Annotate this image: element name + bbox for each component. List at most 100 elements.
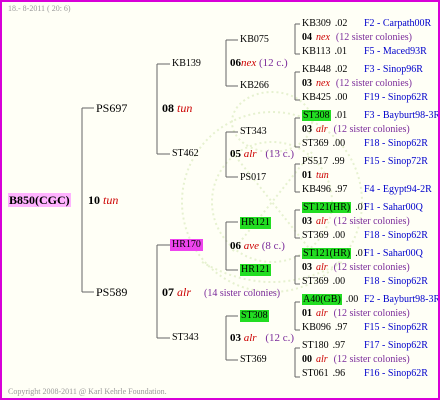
gen3-id-4[interactable]: PS017 xyxy=(240,172,266,184)
gen4-bee-year: .02 xyxy=(334,64,348,75)
gen4-bee-row: KB425.00 F19 - Sinop62R xyxy=(302,92,428,104)
gen3-id-2[interactable]: KB266 xyxy=(240,80,269,92)
gen2-id-1[interactable]: KB139 xyxy=(172,58,201,70)
pedigree-frame: { "header": {"date": "18.- 8-2011 ( 20: … xyxy=(0,0,440,400)
gen4-bee-code: F15 - Sinop62R xyxy=(364,322,428,333)
gen3-id-5[interactable]: HR121 xyxy=(240,217,271,229)
gen4-bee-code: F3 - Sinop96R xyxy=(364,64,423,75)
gen4-bee-id[interactable]: ST369 xyxy=(302,138,329,149)
gen4-bee-id[interactable]: ST369 xyxy=(302,276,329,287)
gen4-bee-year: .97 xyxy=(334,322,348,333)
gen4-bee-row: ST308.01 F3 - Bayburt98-3R xyxy=(302,110,438,122)
gen4-queen-type: nex xyxy=(316,78,330,89)
gen4-bee-code: F18 - Sinop62R xyxy=(364,230,428,241)
gen4-bee-code: F15 - Sinop72R xyxy=(364,156,428,167)
gen4-sister-note: (12 sister colonies) xyxy=(335,78,412,89)
gen4-queen-gen: 03 xyxy=(302,124,312,135)
root-bee-id[interactable]: B850(CGC) xyxy=(8,193,71,207)
gen4-sister-note: (12 sister colonies) xyxy=(333,354,410,365)
gen4-bee-row: KB496.97 F4 - Egypt94-2R xyxy=(302,184,432,196)
gen4-bee-id[interactable]: ST121(HR) xyxy=(302,202,352,213)
gen4-bee-year: .00 xyxy=(332,230,346,241)
gen4-bee-row: ST121(HR) .01 F1 - Sahar00Q xyxy=(302,202,423,214)
gen1-id-dam[interactable]: PS589 xyxy=(96,286,127,298)
gen4-bee-row: KB096.97 F15 - Sinop62R xyxy=(302,322,428,334)
gen3-label-1: 06nex (12 c.) xyxy=(230,57,288,69)
gen4-bee-id[interactable]: ST121(HR) xyxy=(302,248,352,259)
gen4-bee-id[interactable]: KB113 xyxy=(302,46,331,57)
gen4-bee-id[interactable]: A40(GB) xyxy=(302,294,342,305)
gen4-queen-row: 03 alr (12 sister colonies) xyxy=(302,216,410,228)
gen4-bee-year: .00 xyxy=(332,276,346,287)
gen4-sister-note: (12 sister colonies) xyxy=(335,32,412,43)
gen4-queen-gen: 01 xyxy=(302,170,312,181)
gen4-bee-year: .01 xyxy=(334,110,348,121)
gen4-bee-code: F17 - Sinop62R xyxy=(364,340,428,351)
gen4-queen-gen: 03 xyxy=(302,262,312,273)
gen4-bee-code: F2 - Bayburt98-3R xyxy=(364,294,440,305)
gen4-sister-note: (12 sister colonies) xyxy=(333,308,410,319)
gen4-bee-id[interactable]: ST308 xyxy=(302,110,331,121)
gen4-bee-year: .97 xyxy=(334,184,348,195)
gen3-id-1[interactable]: KB075 xyxy=(240,34,269,46)
gen4-bee-id[interactable]: KB425 xyxy=(302,92,331,103)
gen4-bee-id[interactable]: KB496 xyxy=(302,184,331,195)
gen4-sister-note: (12 sister colonies) xyxy=(333,124,410,135)
gen4-queen-type: alr xyxy=(316,354,328,365)
gen3-id-8[interactable]: ST369 xyxy=(240,354,267,366)
gen2-label-1: 08 tun xyxy=(162,101,193,115)
gen3-id-6[interactable]: HR121 xyxy=(240,264,271,276)
gen4-queen-row: 01 alr (12 sister colonies) xyxy=(302,308,410,320)
gen4-bee-year: .97 xyxy=(332,340,346,351)
gen4-bee-year: .96 xyxy=(332,368,346,379)
gen2-id-3[interactable]: HR170 xyxy=(170,239,203,251)
gen4-bee-year: .99 xyxy=(332,156,345,167)
gen4-bee-year: .00 xyxy=(332,138,346,149)
gen4-bee-row: ST369.00 F18 - Sinop62R xyxy=(302,276,428,288)
gen3-id-3[interactable]: ST343 xyxy=(240,126,267,138)
gen4-bee-row: A40(GB) .00 F2 - Bayburt98-3R xyxy=(302,294,438,306)
gen4-bee-code: F16 - Sinop62R xyxy=(364,368,428,379)
gen4-sister-note: (12 sister colonies) xyxy=(333,262,410,273)
gen2-id-4[interactable]: ST343 xyxy=(172,332,199,344)
gen4-bee-id[interactable]: ST061 xyxy=(302,368,329,379)
gen4-bee-row: KB113.01 F5 - Maced93R xyxy=(302,46,427,58)
gen4-bee-year: .00 xyxy=(334,92,348,103)
gen4-bee-row: ST121(HR) .01 F1 - Sahar00Q xyxy=(302,248,423,260)
gen4-queen-type: alr xyxy=(316,262,328,273)
gen3-id-7[interactable]: ST308 xyxy=(240,310,269,322)
gen4-bee-id[interactable]: KB309 xyxy=(302,18,331,29)
gen4-queen-type: nex xyxy=(316,32,330,43)
gen2-id-2[interactable]: ST462 xyxy=(172,148,199,160)
gen4-queen-type: tun xyxy=(316,170,329,181)
footer-copyright: Copyright 2008-2011 @ Karl Kehrle Founda… xyxy=(8,387,167,396)
gen4-bee-id[interactable]: KB096 xyxy=(302,322,331,333)
gen4-bee-code: F1 - Sahar00Q xyxy=(364,248,423,259)
gen4-bee-code: F1 - Sahar00Q xyxy=(364,202,423,213)
gen4-bee-row: PS517 .99 F15 - Sinop72R xyxy=(302,156,428,168)
gen4-bee-code: F18 - Sinop62R xyxy=(364,276,428,287)
gen4-bee-id[interactable]: ST369 xyxy=(302,230,329,241)
gen4-bee-year: .00 xyxy=(345,294,359,305)
gen4-bee-code: F2 - Carpath00R xyxy=(364,18,432,29)
gen2-label-2: 07 alr (14 sister colonies) xyxy=(162,285,281,299)
gen4-bee-id[interactable]: KB448 xyxy=(302,64,331,75)
gen4-bee-row: ST369.00 F18 - Sinop62R xyxy=(302,138,428,150)
gen4-queen-row: 04 nex (12 sister colonies) xyxy=(302,32,412,44)
gen4-bee-row: KB448.02 F3 - Sinop96R xyxy=(302,64,423,76)
root-label: 10 tun xyxy=(88,193,119,207)
gen4-bee-row: ST180.97 F17 - Sinop62R xyxy=(302,340,428,352)
gen3-label-3: 06 ave (8 c.) xyxy=(230,240,285,252)
gen4-queen-gen: 04 xyxy=(302,32,312,43)
gen4-bee-code: F19 - Sinop62R xyxy=(364,92,428,103)
gen4-bee-row: KB309.02 F2 - Carpath00R xyxy=(302,18,431,30)
gen1-id-sire[interactable]: PS697 xyxy=(96,102,127,114)
gen4-queen-row: 03 nex (12 sister colonies) xyxy=(302,78,412,90)
gen4-bee-year: .01 xyxy=(334,46,348,57)
gen4-bee-code: F4 - Egypt94-2R xyxy=(364,184,432,195)
gen4-queen-row: 03 alr (12 sister colonies) xyxy=(302,124,410,136)
gen4-bee-code: F5 - Maced93R xyxy=(364,46,427,57)
gen4-bee-id[interactable]: PS517 xyxy=(302,156,328,167)
gen4-bee-year: .02 xyxy=(334,18,348,29)
gen4-bee-id[interactable]: ST180 xyxy=(302,340,329,351)
